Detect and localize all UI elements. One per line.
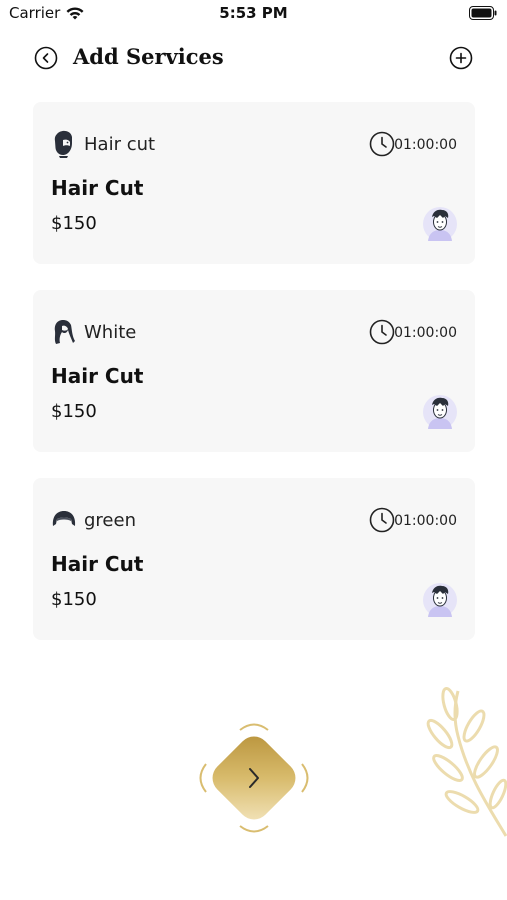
- status-time: 5:53 PM: [219, 4, 288, 22]
- service-card[interactable]: green 01:00:00 Hair Cut $150: [33, 478, 475, 640]
- service-price: $150: [51, 401, 97, 422]
- long-hair-woman-icon: [54, 320, 75, 344]
- leaf-decoration-icon: [426, 686, 507, 837]
- status-bar: Carrier 5:53 PM: [0, 0, 507, 28]
- service-name: Hair Cut: [51, 364, 144, 388]
- next-button[interactable]: [196, 720, 312, 836]
- service-name: Hair Cut: [51, 176, 144, 200]
- service-duration: 01:00:00: [394, 325, 457, 341]
- service-card[interactable]: White 01:00:00 Hair Cut $150: [33, 290, 475, 452]
- service-price: $150: [51, 589, 97, 610]
- page-title: Add Services: [73, 44, 224, 69]
- barber-avatar-icon: [423, 207, 457, 241]
- clock-icon: [369, 131, 395, 157]
- service-category: Hair cut: [84, 134, 156, 155]
- service-card[interactable]: Hair cut 01:00:00 Hair Cut $150: [33, 102, 475, 264]
- service-price: $150: [51, 213, 97, 234]
- service-category: White: [84, 322, 137, 343]
- service-name: Hair Cut: [51, 552, 144, 576]
- service-duration: 01:00:00: [394, 513, 457, 529]
- barber-avatar-icon: [423, 583, 457, 617]
- short-hair-icon: [52, 511, 76, 526]
- back-button[interactable]: [34, 46, 58, 70]
- add-service-button[interactable]: [449, 46, 473, 70]
- clock-icon: [369, 319, 395, 345]
- clock-icon: [369, 507, 395, 533]
- page-header: Add Services: [0, 38, 507, 78]
- service-category: green: [84, 510, 136, 531]
- service-duration: 01:00:00: [394, 137, 457, 153]
- battery-icon: [469, 6, 497, 20]
- bearded-man-icon: [54, 130, 72, 158]
- barber-avatar-icon: [423, 395, 457, 429]
